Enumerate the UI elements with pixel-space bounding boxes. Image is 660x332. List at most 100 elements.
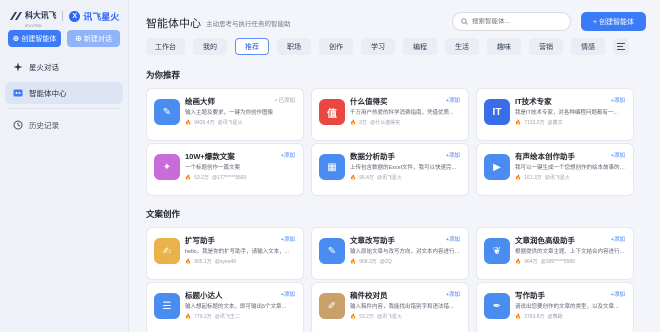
add-label: 添加	[448, 237, 460, 243]
agent-name: 文章润色高级助手	[515, 236, 575, 245]
fire-icon: 🔥	[185, 119, 192, 126]
sidebar-item-spark-chat[interactable]: 星火对话	[5, 56, 123, 78]
add-agent-button[interactable]: +添加	[446, 151, 460, 159]
sidebar-item-history[interactable]: 历史记录	[0, 115, 128, 135]
agent-meta: 🔥 905.1万 @xyeu49	[185, 258, 236, 266]
agent-description: 我可以一键生成一个您想创作的绘本故事的主角...	[515, 165, 630, 171]
agent-card[interactable]: ▶ 有声绘本创作助手 我可以一键生成一个您想创作的绘本故事的主角... 🔥 161.3万…	[476, 143, 634, 196]
fire-icon: 🔥	[350, 313, 357, 320]
add-agent-button[interactable]: +添加	[446, 290, 460, 298]
agent-usage-count: 964万	[524, 259, 538, 265]
add-agent-button[interactable]: +添加	[611, 96, 625, 104]
add-agent-button[interactable]: +添加	[611, 151, 625, 159]
agent-description: 根据提供的文章主题、上下文结合内容进行...	[515, 249, 625, 255]
agent-usage-count: 905.1万	[194, 259, 212, 265]
agent-card[interactable]: 值什么值得买 千万用户热爱的科学消费指南，凭借优质... 🔥 3万 @什么值得买 +添加	[311, 88, 469, 141]
agent-card[interactable]: ▦ 数据分析助手 上传包含数据的Excel文件，我可以快速完... 🔥 95.4万 @讯飞…	[311, 143, 469, 196]
agent-card[interactable]: ✒ 写作助手 请说出您要创作的文章的类型，以及文章... 🔥 3763.8万 @舞蹈 +添加	[476, 282, 634, 332]
tab-creation[interactable]: 创作	[319, 38, 353, 55]
brand: 科大讯飞 iFLYTEK X 讯飞星火	[0, 0, 128, 28]
agent-name: 写作助手	[515, 291, 545, 300]
agent-author: @舞蹈	[547, 314, 563, 320]
agent-avatar-icon: ☰	[154, 293, 180, 319]
agent-usage-count: 9435.4万	[194, 120, 215, 126]
agent-card[interactable]: ❦ 文章润色高级助手根据提供的文章主题、上下文结合内容进行... 🔥 964万 @189…	[476, 227, 634, 280]
agent-author: @ZQ	[379, 258, 392, 265]
page-subtitle: 主动思考与执行任务的智能助	[206, 21, 291, 28]
fire-icon: 🔥	[185, 258, 192, 265]
add-agent-button[interactable]: +添加	[446, 235, 460, 243]
search-input[interactable]	[472, 18, 562, 25]
tab-marketing[interactable]: 营销	[529, 38, 563, 55]
agent-card[interactable]: ✎ 文章改写助手输入原始文章与改写方向，对文本内容进行修改润色... 🔥968.3万…	[311, 227, 469, 280]
tab-programming[interactable]: 编程	[403, 38, 437, 55]
agent-avatar-icon: ✍	[154, 238, 180, 264]
add-label: 添加	[448, 153, 460, 159]
agent-card[interactable]: ✎ 绘画大师 输入主题及要求，一键为你创作图像 🔥 9435.4万 @讯飞星火 ✓已添加	[146, 88, 304, 141]
agent-card[interactable]: ✦ 10W+爆款文案 一个标题创作一篇文案 🔥 53.2万 @177*****9560 +添…	[146, 143, 304, 196]
agent-author: @鑫文	[547, 120, 563, 126]
tab-study[interactable]: 学习	[361, 38, 395, 55]
agent-description: 输入想起标题的文本，即可输出5个文章...	[185, 304, 287, 310]
agent-avatar-icon: 值	[319, 99, 345, 125]
agent-usage-count: 7133.2万	[524, 120, 545, 126]
create-agent-top-button[interactable]: + 创建智能体	[581, 12, 646, 31]
create-agent-button[interactable]: ⊕ 创建智能体	[8, 30, 61, 47]
add-agent-button[interactable]: +添加	[611, 290, 625, 298]
add-label: 已添加	[278, 98, 295, 104]
agent-usage-count: 53.2万	[194, 175, 209, 181]
search-box[interactable]	[452, 12, 571, 31]
agent-card[interactable]: ✐ 稿件校对员 输入稿件内容，我能找出错别字和语法错... 🔥 53.2万 @讯飞星火 +添…	[311, 282, 469, 332]
agent-description: 千万用户热爱的科学消费指南，凭借优质...	[350, 110, 454, 116]
add-label: 添加	[613, 292, 625, 298]
agent-usage-count: 968.3万	[359, 259, 377, 265]
tab-workbench[interactable]: 工作台	[146, 38, 185, 55]
tab-fun[interactable]: 趣味	[487, 38, 521, 55]
add-label: 添加	[283, 292, 295, 298]
agent-author: @xyeu49	[214, 258, 236, 265]
agent-description: 输入稿件内容，我能找出错别字和语法错...	[350, 304, 454, 310]
agent-meta: 🔥 964万 @189*****5588	[515, 258, 575, 266]
spark-logo-text: 讯飞星火	[83, 11, 120, 22]
agent-avatar-icon: IT	[484, 99, 510, 125]
tab-life[interactable]: 生活	[445, 38, 479, 55]
agent-description: 请说出您要创作的文章的类型，以及文章...	[515, 304, 619, 310]
agent-card[interactable]: IT IT技术专家 我是IT技术专家，对各种编程问题都有一... 🔥 7133.2万 @鑫…	[476, 88, 634, 141]
add-agent-button[interactable]: +添加	[281, 235, 295, 243]
section-title-recommend: 为你推荐	[146, 70, 181, 80]
agent-usage-count: 95.4万	[359, 175, 374, 181]
agent-usage-count: 3万	[359, 120, 368, 126]
agent-description: 我是IT技术专家，对各种编程问题都有一...	[515, 110, 618, 116]
plus-icon: ⊕	[75, 34, 82, 43]
tab-workplace[interactable]: 职场	[277, 38, 311, 55]
tab-emotion[interactable]: 情感	[571, 38, 605, 55]
fire-icon: 🔥	[515, 313, 522, 320]
menu-icon	[617, 43, 625, 50]
agent-author: @什么值得买	[370, 120, 401, 126]
add-agent-button[interactable]: +添加	[611, 235, 625, 243]
history-icon	[13, 120, 23, 130]
agent-card[interactable]: ☰ 标题小达人 输入想起标题的文本，即可输出5个文章... 🔥 779.2万 @讯飞王二 +…	[146, 282, 304, 332]
agent-name: 数据分析助手	[350, 152, 395, 161]
add-label: 添加	[283, 237, 295, 243]
agent-author: @讯飞星火	[376, 314, 403, 320]
agent-avatar-icon: ▶	[484, 154, 510, 180]
brand-name: 科大讯飞	[25, 10, 57, 20]
add-agent-button[interactable]: +添加	[281, 151, 295, 159]
add-label: 添加	[613, 237, 625, 243]
add-agent-button[interactable]: +添加	[446, 96, 460, 104]
agent-card[interactable]: ✍ 扩写助手 hello，我是你的扩写助手，请输入文本，... 🔥 905.1万 @xye…	[146, 227, 304, 280]
tab-mine[interactable]: 我的	[193, 38, 227, 55]
tab-more-button[interactable]	[613, 38, 629, 55]
header: 智能体中心 主动思考与执行任务的智能助 + 创建智能体	[129, 0, 660, 40]
agent-author: @189*****5588	[540, 258, 575, 265]
add-label: 添加	[613, 98, 625, 104]
tab-recommend[interactable]: 推荐	[235, 38, 269, 55]
fire-icon: 🔥	[350, 119, 357, 126]
agent-avatar-icon: ❦	[484, 238, 510, 264]
new-chat-button[interactable]: ⊕ 新建对话	[67, 30, 120, 47]
add-agent-button[interactable]: +添加	[281, 290, 295, 298]
create-agent-label: 创建智能体	[21, 35, 57, 43]
fire-icon: 🔥	[350, 258, 357, 265]
sidebar-item-agent-center[interactable]: 智能体中心	[5, 82, 123, 104]
